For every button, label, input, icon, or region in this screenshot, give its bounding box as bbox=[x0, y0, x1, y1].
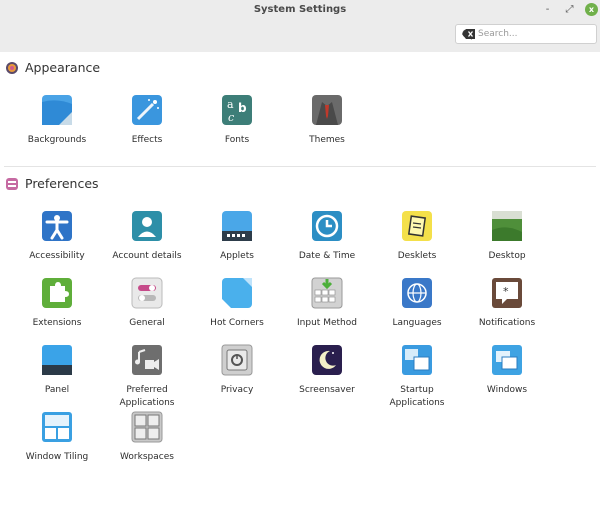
clock-icon bbox=[312, 211, 342, 241]
item-label: Account details bbox=[112, 251, 182, 261]
preferences-title: Preferences bbox=[25, 176, 99, 191]
item-label: Date & Time bbox=[298, 251, 356, 261]
item-label: Screensaver bbox=[299, 385, 355, 395]
puzzle-icon bbox=[42, 278, 72, 308]
panel-icon bbox=[42, 345, 72, 375]
item-label: Preferred Applications bbox=[119, 385, 175, 408]
item-label: Panel bbox=[44, 385, 70, 395]
themes-icon bbox=[312, 95, 342, 125]
item-label: Themes bbox=[309, 135, 345, 145]
search-input[interactable] bbox=[478, 27, 573, 41]
moon-icon bbox=[312, 345, 342, 375]
workspaces-icon bbox=[131, 411, 163, 443]
close-button[interactable]: x bbox=[585, 3, 598, 16]
item-label: Accessibility bbox=[29, 251, 85, 261]
window-title: System Settings bbox=[253, 4, 347, 15]
item-label: Effects bbox=[131, 135, 163, 145]
item-label: Startup Applications bbox=[389, 385, 445, 408]
svg-text:a: a bbox=[227, 98, 234, 111]
maximize-button[interactable]: ⤢ bbox=[563, 3, 576, 16]
item-label: Languages bbox=[392, 318, 442, 328]
desktop-icon bbox=[492, 211, 522, 241]
keyboard-icon bbox=[311, 277, 343, 309]
hot-corners-icon bbox=[222, 278, 252, 308]
minimize-button[interactable]: - bbox=[541, 3, 554, 16]
music-video-icon bbox=[132, 345, 162, 375]
account-icon bbox=[132, 211, 162, 241]
effects-icon bbox=[132, 95, 162, 125]
item-label: Workspaces bbox=[120, 452, 174, 462]
applets-icon bbox=[222, 211, 252, 241]
title-bar: System Settings - ⤢ x bbox=[0, 0, 600, 52]
item-label: Desktop bbox=[488, 251, 526, 261]
item-label: General bbox=[129, 318, 165, 328]
item-label: Fonts bbox=[224, 135, 250, 145]
section-divider bbox=[4, 166, 596, 167]
preferences-icon bbox=[6, 178, 18, 190]
item-label: Desklets bbox=[397, 251, 437, 261]
tiling-icon bbox=[42, 412, 72, 442]
search-box[interactable] bbox=[455, 24, 597, 44]
item-label: Input Method bbox=[297, 318, 357, 328]
item-label: Backgrounds bbox=[27, 135, 87, 145]
windows-stack-icon bbox=[492, 345, 522, 375]
item-label: Privacy bbox=[220, 385, 254, 395]
accessibility-icon bbox=[42, 211, 72, 241]
item-label: Applets bbox=[220, 251, 254, 261]
svg-text:*: * bbox=[503, 285, 509, 298]
appearance-icon bbox=[6, 62, 18, 74]
toggles-icon bbox=[131, 277, 163, 309]
svg-text:b: b bbox=[238, 101, 247, 115]
backgrounds-icon bbox=[42, 95, 72, 125]
item-label: Windows bbox=[486, 385, 528, 395]
item-label: Extensions bbox=[32, 318, 82, 328]
item-label: Hot Corners bbox=[210, 318, 264, 328]
item-label: Window Tiling bbox=[25, 452, 89, 462]
fonts-icon: a bc bbox=[222, 95, 252, 125]
safe-icon bbox=[221, 344, 253, 376]
windows-icon bbox=[402, 345, 432, 375]
globe-icon bbox=[402, 278, 432, 308]
clear-search-icon[interactable] bbox=[462, 29, 475, 39]
desklets-icon bbox=[402, 211, 432, 241]
svg-text:c: c bbox=[228, 111, 234, 124]
item-label: Notifications bbox=[478, 318, 536, 328]
notification-icon: * bbox=[492, 278, 522, 308]
appearance-title: Appearance bbox=[25, 60, 101, 75]
